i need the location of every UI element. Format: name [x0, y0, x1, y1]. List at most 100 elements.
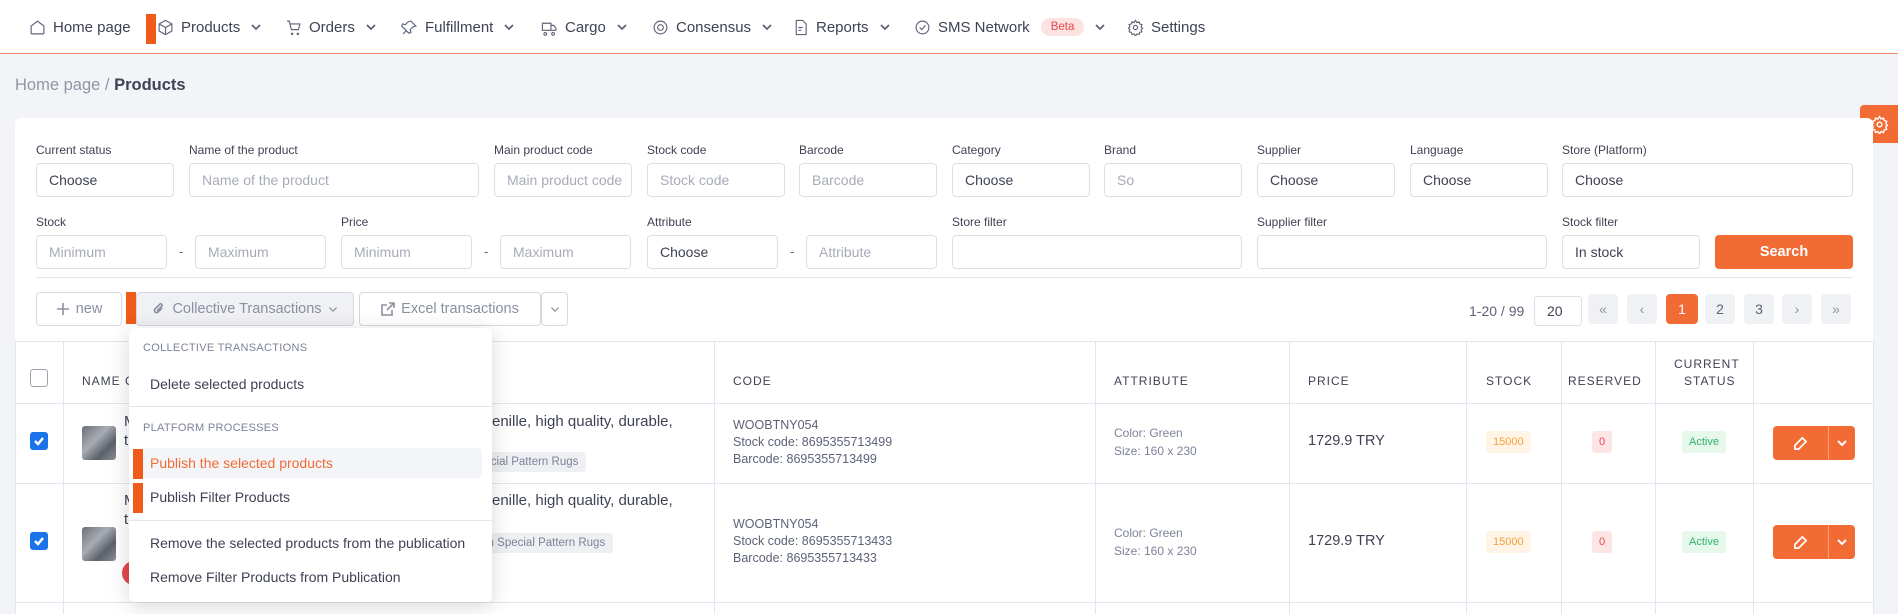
- attribute-select[interactable]: Choose: [647, 235, 778, 269]
- page-title: Products: [114, 76, 186, 94]
- product-name-text: t: [124, 511, 129, 528]
- store-label: Store (Platform): [1562, 143, 1647, 157]
- page-3-button[interactable]: 3: [1744, 294, 1774, 324]
- menu-remove-filter[interactable]: Remove Filter Products from Publication: [139, 562, 482, 592]
- range-dash: -: [790, 244, 795, 259]
- header-name: NAME O: [82, 374, 136, 388]
- category-label: Category: [952, 143, 1001, 157]
- nav-home[interactable]: Home page: [29, 0, 131, 54]
- edit-button[interactable]: [1773, 426, 1829, 460]
- stock-code: Stock code: 8695355713499: [733, 435, 893, 449]
- menu-publish-filter[interactable]: Publish Filter Products: [139, 482, 482, 512]
- row-checkbox[interactable]: [30, 532, 48, 550]
- menu-publish-selected[interactable]: Publish the selected products: [139, 448, 482, 478]
- next-page-button[interactable]: ›: [1782, 294, 1812, 324]
- attribute-input[interactable]: Attribute: [806, 235, 937, 269]
- supplier-filter-input[interactable]: [1257, 235, 1547, 269]
- stock-min-input[interactable]: Minimum: [36, 235, 167, 269]
- category-select[interactable]: Choose: [952, 163, 1090, 197]
- edit-button[interactable]: [1773, 525, 1829, 559]
- excel-dropdown-toggle[interactable]: [541, 292, 568, 326]
- language-select[interactable]: Choose: [1410, 163, 1548, 197]
- stock-badge: 15000: [1486, 431, 1531, 453]
- target-icon: [653, 20, 668, 34]
- excel-transactions-button[interactable]: Excel transactions: [359, 292, 541, 326]
- menu-remove-selected[interactable]: Remove the selected products from the pu…: [139, 528, 482, 558]
- collective-transactions-button[interactable]: Collective Transactions: [136, 292, 354, 326]
- nav-cargo[interactable]: Cargo: [541, 0, 627, 54]
- breadcrumb-home[interactable]: Home page /: [15, 76, 109, 94]
- col-divider: [1753, 341, 1754, 614]
- attr-size: Size: 160 x 230: [1114, 444, 1197, 458]
- nav-home-label: Home page: [53, 18, 131, 36]
- divider: [36, 277, 1853, 278]
- breadcrumb: Home page / Products: [15, 76, 186, 95]
- chevron-down-icon: [328, 307, 337, 312]
- nav-fulfillment[interactable]: Fulfillment: [401, 0, 514, 54]
- price-label: Price: [341, 215, 369, 229]
- menu-delete-selected[interactable]: Delete selected products: [139, 369, 482, 399]
- select-all-checkbox[interactable]: [30, 369, 48, 387]
- nav-settings[interactable]: Settings: [1127, 0, 1205, 54]
- last-page-button[interactable]: »: [1821, 294, 1851, 324]
- nav-products[interactable]: Products: [157, 0, 261, 54]
- page-2-button[interactable]: 2: [1705, 294, 1735, 324]
- row-checkbox[interactable]: [30, 432, 48, 450]
- menu-divider: [129, 406, 492, 407]
- stock-code-label: Stock code: [647, 143, 707, 157]
- row-actions-dropdown[interactable]: [1829, 525, 1855, 559]
- status-badge: Active: [1682, 531, 1726, 553]
- product-name-input[interactable]: Name of the product: [189, 163, 479, 197]
- header-code: CODE: [733, 374, 772, 388]
- prev-page-button[interactable]: ‹: [1627, 294, 1657, 324]
- price-value: 1729.9 TRY: [1308, 433, 1385, 449]
- product-name-label: Name of the product: [189, 143, 298, 157]
- new-button[interactable]: new: [36, 292, 122, 326]
- price-min-input[interactable]: Minimum: [341, 235, 472, 269]
- stock-code-input[interactable]: Stock code: [647, 163, 785, 197]
- chevron-down-icon: [504, 24, 514, 31]
- page-1-button[interactable]: 1: [1666, 294, 1698, 324]
- stock-filter-select[interactable]: In stock: [1562, 235, 1700, 269]
- truck-icon: [541, 22, 557, 36]
- col-divider: [1466, 341, 1467, 614]
- nav-consensus[interactable]: Consensus: [652, 0, 772, 54]
- beta-badge: Beta: [1040, 18, 1085, 36]
- menu-divider: [129, 520, 492, 521]
- per-page-select[interactable]: 20: [1534, 296, 1582, 326]
- first-page-button[interactable]: «: [1588, 294, 1618, 324]
- brand-label: Brand: [1104, 143, 1137, 157]
- report-icon: [795, 19, 807, 35]
- nav-reports-label: Reports: [816, 18, 869, 36]
- brand-input[interactable]: So: [1104, 163, 1242, 197]
- nav-settings-label: Settings: [1151, 18, 1206, 36]
- supplier-select[interactable]: Choose: [1257, 163, 1395, 197]
- main-code-input[interactable]: Main product code: [494, 163, 632, 197]
- attr-color: Color: Green: [1114, 426, 1183, 440]
- stock-max-input[interactable]: Maximum: [195, 235, 326, 269]
- row-divider: [15, 602, 1873, 603]
- collective-transactions-menu: COLLECTIVE TRANSACTIONS Delete selected …: [129, 328, 492, 602]
- store-select[interactable]: Choose: [1562, 163, 1853, 197]
- home-icon: [30, 19, 45, 34]
- attr-size: Size: 160 x 230: [1114, 544, 1197, 558]
- attr-color: Color: Green: [1114, 526, 1183, 540]
- col-divider: [1289, 341, 1290, 614]
- store-filter-input[interactable]: [952, 235, 1242, 269]
- search-button[interactable]: Search: [1715, 235, 1853, 269]
- nav-orders[interactable]: Orders: [285, 0, 376, 54]
- status-badge: Active: [1682, 431, 1726, 453]
- current-status-select[interactable]: Choose: [36, 163, 174, 197]
- price-value: 1729.9 TRY: [1308, 533, 1385, 549]
- price-max-input[interactable]: Maximum: [500, 235, 631, 269]
- stock-label: Stock: [36, 215, 67, 229]
- pin-icon: [401, 19, 417, 34]
- product-name-text: enille, high quality, durable,: [492, 413, 673, 430]
- row-actions-dropdown[interactable]: [1829, 426, 1855, 460]
- chevron-down-icon: [879, 24, 890, 31]
- nav-reports[interactable]: Reports: [792, 0, 890, 54]
- barcode-input[interactable]: Barcode: [799, 163, 937, 197]
- reserved-badge: 0: [1592, 431, 1613, 453]
- product-code: WOOBTNY054: [733, 418, 819, 432]
- nav-sms-network[interactable]: SMS Network Beta: [914, 0, 1105, 54]
